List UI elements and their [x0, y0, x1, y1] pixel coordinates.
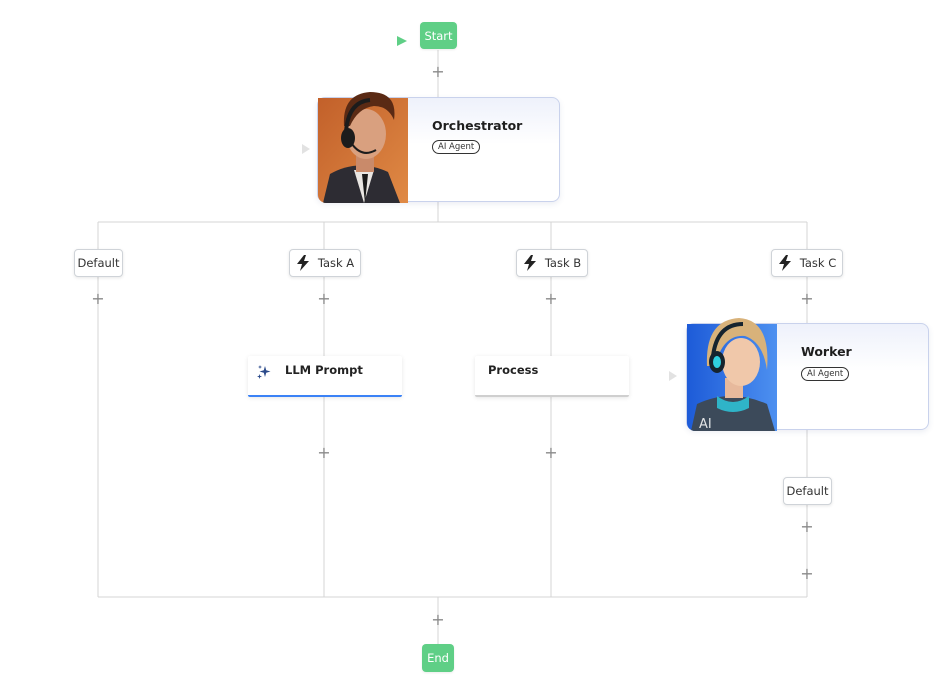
add-step-button[interactable]: +	[800, 566, 814, 582]
worker-collapse-arrow[interactable]	[669, 371, 677, 381]
branch-task-c-label: Task C	[799, 256, 837, 270]
lightning-icon	[778, 255, 791, 271]
sparkle-icon	[257, 365, 271, 379]
add-step-button[interactable]: +	[431, 64, 445, 80]
branch-task-b[interactable]: Task B	[516, 249, 588, 277]
orchestrator-collapse-arrow[interactable]	[302, 144, 310, 154]
branch-task-a-label: Task A	[317, 256, 355, 270]
add-step-button[interactable]: +	[317, 445, 331, 461]
worker-title: Worker	[801, 344, 852, 359]
branch-task-b-label: Task B	[544, 256, 582, 270]
worker-agent-card[interactable]: AI Worker AI Agent	[686, 318, 929, 431]
lightning-icon	[523, 255, 536, 271]
add-step-button[interactable]: +	[317, 291, 331, 307]
worker-avatar: AI	[687, 312, 779, 431]
llm-prompt-label: LLM Prompt	[285, 363, 363, 377]
add-step-button[interactable]: +	[544, 445, 558, 461]
branch-default[interactable]: Default	[74, 249, 123, 277]
add-step-button[interactable]: +	[431, 612, 445, 628]
start-node[interactable]: Start	[420, 22, 457, 49]
add-step-button[interactable]: +	[800, 519, 814, 535]
lightning-icon	[296, 255, 309, 271]
add-step-button[interactable]: +	[800, 291, 814, 307]
orchestrator-title: Orchestrator	[432, 118, 523, 133]
worker-avatar-ai-text: AI	[699, 417, 712, 431]
add-step-button[interactable]: +	[544, 291, 558, 307]
orchestrator-avatar	[318, 86, 410, 203]
worker-ai-agent-badge: AI Agent	[801, 367, 850, 381]
add-step-button[interactable]: +	[91, 291, 105, 307]
worker-branch-default[interactable]: Default	[783, 477, 832, 505]
process-node[interactable]: Process	[475, 356, 629, 397]
orchestrator-agent-card[interactable]: Orchestrator AI Agent	[317, 92, 560, 203]
llm-prompt-node[interactable]: LLM Prompt	[248, 356, 402, 397]
branch-task-c[interactable]: Task C	[771, 249, 843, 277]
start-play-icon[interactable]	[397, 31, 407, 50]
process-label: Process	[488, 363, 539, 377]
end-node[interactable]: End	[422, 644, 454, 672]
orchestrator-ai-agent-badge: AI Agent	[432, 140, 481, 154]
branch-default-label: Default	[77, 256, 120, 270]
worker-branch-default-label: Default	[786, 484, 829, 498]
branch-task-a[interactable]: Task A	[289, 249, 361, 277]
